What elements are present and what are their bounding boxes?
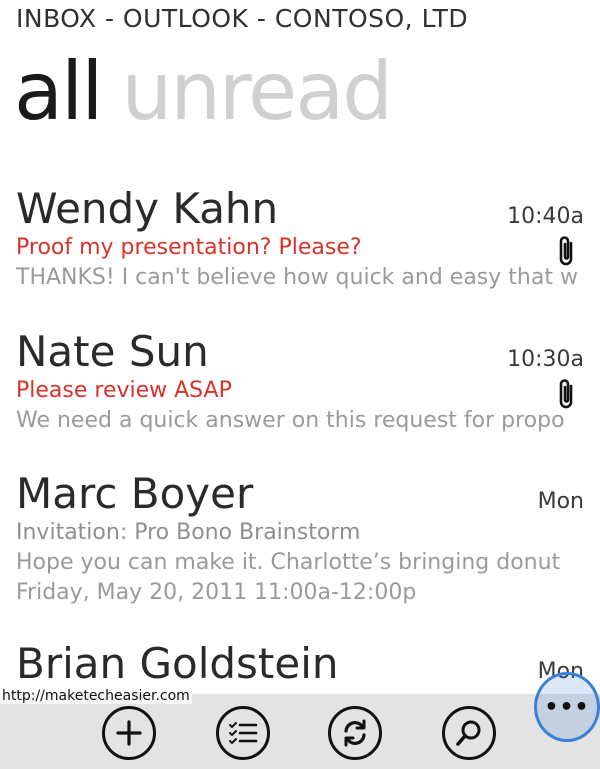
select-button[interactable] — [216, 706, 270, 760]
plus-icon — [116, 720, 142, 746]
app-title: INBOX - OUTLOOK - CONTOSO, LTD — [16, 4, 469, 33]
pivot-item-all[interactable]: all — [14, 45, 103, 138]
message-item-marc-boyer[interactable]: Marc Boyer Mon Invitation: Pro Bono Brai… — [0, 470, 600, 620]
message-sender: Marc Boyer — [16, 470, 254, 518]
message-item-nate-sun[interactable]: Nate Sun 10:30a Please review ASAP We ne… — [0, 328, 600, 478]
message-subject: Proof my presentation? Please? — [16, 235, 362, 260]
message-item-brian-goldstein[interactable]: Brian Goldstein Mon — [0, 640, 600, 694]
search-icon — [456, 720, 481, 746]
message-preview: THANKS! I can't believe how quick and ea… — [16, 265, 578, 290]
checklist-icon — [229, 722, 258, 745]
watermark-url: http://maketecheasier.com — [0, 688, 192, 704]
message-sender: Brian Goldstein — [16, 640, 339, 688]
pivot-header: all unread — [14, 44, 393, 140]
message-preview: We need a quick answer on this request f… — [16, 408, 565, 433]
sync-button[interactable] — [328, 706, 382, 760]
more-options-button[interactable]: ••• — [534, 672, 600, 742]
new-message-button[interactable] — [102, 706, 156, 760]
paperclip-icon — [559, 236, 573, 266]
message-subject: Invitation: Pro Bono Brainstorm — [16, 520, 361, 545]
app-bar — [0, 694, 600, 769]
message-item-wendy-kahn[interactable]: Wendy Kahn 10:40a Proof my presentation?… — [0, 185, 600, 335]
message-preview-line2: Friday, May 20, 2011 11:00a-12:00p — [16, 580, 417, 605]
message-time: 10:30a — [507, 347, 584, 372]
sync-icon — [344, 719, 366, 747]
message-time: 10:40a — [507, 204, 584, 229]
message-subject: Please review ASAP — [16, 378, 232, 403]
message-sender: Nate Sun — [16, 328, 209, 376]
paperclip-icon — [559, 379, 573, 409]
message-sender: Wendy Kahn — [16, 185, 279, 233]
message-preview: Hope you can make it. Charlotte’s bringi… — [16, 550, 561, 575]
message-time: Mon — [537, 489, 584, 514]
search-button[interactable] — [442, 706, 496, 760]
pivot-item-unread[interactable]: unread — [121, 45, 393, 138]
